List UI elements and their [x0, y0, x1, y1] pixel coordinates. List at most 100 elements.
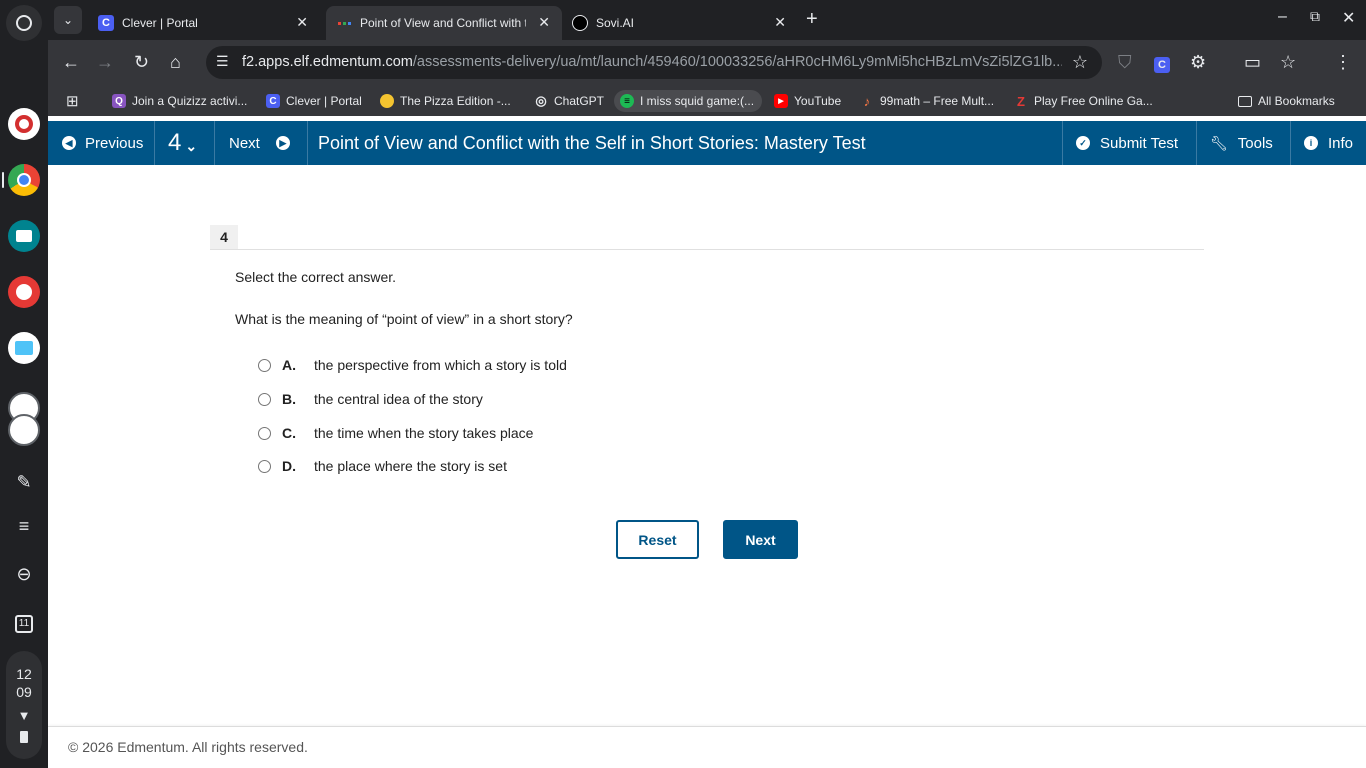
url-host: f2.apps.elf.edmentum.com [242, 54, 413, 70]
forward-icon[interactable]: → [96, 52, 114, 72]
instruction-text: Select the correct answer. [235, 269, 397, 285]
close-icon[interactable]: ✕ [296, 14, 308, 31]
clock-minute: 09 [16, 684, 32, 700]
extensions-icon[interactable]: ⚙ [1190, 52, 1206, 72]
playlist-icon[interactable]: ≡ [6, 508, 42, 544]
shelf-app-1-icon[interactable] [8, 108, 40, 140]
tab-edmentum[interactable]: Point of View and Conflict with the Self… [326, 6, 562, 40]
pizza-icon [380, 94, 394, 108]
radio-button[interactable] [258, 459, 271, 473]
check-circle-icon: ✓ [1076, 136, 1090, 150]
cast-icon[interactable]: ▭ [1244, 52, 1261, 72]
clever-extension-icon[interactable]: C [1154, 52, 1170, 73]
spotify-icon: ≡ [620, 94, 634, 108]
bookmark-label: I miss squid game:(... [640, 94, 755, 108]
tab-title: Sovi.AI [596, 16, 635, 30]
chevron-down-icon: ⌄ [185, 137, 198, 154]
arrow-right-icon: ▶ [275, 136, 290, 150]
clever-favicon-icon: C [98, 15, 114, 31]
bookmark-star-icon[interactable]: ☆ [1072, 52, 1088, 73]
classroom-app-icon[interactable] [8, 220, 40, 252]
submit-test-button[interactable]: ✓ Submit Test [1076, 121, 1178, 165]
tab-sovi[interactable]: Sovi.AI ✕ [562, 6, 798, 40]
info-button[interactable]: i Info [1304, 121, 1353, 165]
url-text[interactable]: f2.apps.elf.edmentum.com/assessments-del… [242, 54, 1062, 70]
minus-circle-icon[interactable]: ⊖ [6, 556, 42, 592]
option-text: the perspective from which a story is to… [314, 357, 567, 373]
back-icon[interactable]: ← [62, 52, 80, 72]
answer-option-b[interactable]: B. the central idea of the story [258, 389, 483, 409]
z-icon: Z [1017, 93, 1025, 109]
answer-option-a[interactable]: A. the perspective from which a story is… [258, 355, 567, 375]
tab-search-button[interactable]: ⌄ [54, 6, 82, 34]
wifi-icon: ▼ [17, 708, 31, 723]
chatgpt-icon: ◎ [535, 93, 547, 108]
minimize-icon[interactable]: – [1278, 8, 1287, 26]
question-selector[interactable]: 4 ⌄ [168, 121, 197, 165]
restore-icon[interactable]: ⧉ [1310, 8, 1320, 25]
reading-list-icon[interactable]: ☆ [1280, 52, 1296, 72]
wrench-icon: 🔧︎ [1210, 134, 1228, 151]
bookmark-pizza-edition[interactable]: The Pizza Edition -... [380, 90, 511, 112]
answer-option-c[interactable]: C. the time when the story takes place [258, 423, 533, 443]
shelf-app-5-icon[interactable] [8, 332, 40, 364]
reset-button[interactable]: Reset [616, 520, 699, 559]
menu-icon[interactable]: ⋮ [1334, 52, 1352, 72]
bookmark-99math[interactable]: ♪ 99math – Free Mult... [860, 90, 994, 112]
tab-clever[interactable]: C Clever | Portal ✕ [88, 6, 320, 40]
battery-icon [20, 731, 28, 743]
question-area: 4 Select the correct answer. What is the… [48, 165, 1366, 726]
all-bookmarks-label: All Bookmarks [1258, 94, 1335, 108]
bookmark-label: Join a Quizizz activi... [132, 94, 248, 108]
home-icon[interactable]: ⌂ [170, 52, 181, 72]
bookmark-spotify[interactable]: ≡ I miss squid game:(... [614, 90, 763, 112]
calendar-icon[interactable]: 11 [6, 606, 42, 642]
tab-title: Clever | Portal [122, 16, 198, 30]
option-letter: B. [282, 391, 296, 407]
bookmark-youtube[interactable]: ▶ YouTube [774, 90, 841, 112]
reload-icon[interactable]: ↻ [134, 52, 149, 72]
info-label: Info [1328, 134, 1354, 152]
tools-label: Tools [1237, 134, 1273, 152]
chrome-app-icon[interactable] [8, 164, 40, 196]
close-icon[interactable]: ✕ [774, 14, 786, 31]
sovi-favicon-icon [572, 15, 588, 31]
question-divider [210, 249, 1204, 250]
browser-toolbar: ← → ↻ ⌂ ☰ f2.apps.elf.edmentum.com/asses… [48, 40, 1366, 84]
option-text: the central idea of the story [314, 391, 483, 407]
question-selector-number: 4 [168, 129, 182, 156]
pen-icon[interactable]: ✎ [6, 464, 42, 500]
bookmark-chatgpt[interactable]: ◎ ChatGPT [534, 90, 604, 112]
folder-icon [1238, 95, 1252, 107]
tab-title: Point of View and Conflict with the Self… [360, 16, 526, 30]
next-nav-button[interactable]: Next ▶ [229, 121, 290, 165]
bookmark-quizizz[interactable]: Q Join a Quizizz activi... [112, 90, 247, 112]
paint-app-icon[interactable] [8, 276, 40, 308]
shield-icon[interactable]: ⛉ [1118, 52, 1132, 72]
launcher-button[interactable] [6, 5, 42, 41]
previous-button[interactable]: ◀ Previous [62, 121, 143, 165]
radio-button[interactable] [258, 426, 271, 440]
assessment-header: ◀ Previous 4 ⌄ Next ▶ Point of View and … [48, 121, 1366, 165]
tools-button[interactable]: 🔧︎ Tools [1210, 121, 1273, 165]
bookmark-play-free-online[interactable]: Z Play Free Online Ga... [1014, 90, 1153, 112]
apps-grid-icon[interactable]: ⊞ [66, 90, 79, 112]
window-close-icon[interactable]: ✕ [1342, 8, 1355, 28]
status-tray[interactable]: 12 09 ▼ [6, 651, 42, 759]
shelf-app-7-icon[interactable] [8, 414, 40, 446]
close-icon[interactable]: ✕ [538, 14, 550, 31]
previous-label: Previous [85, 134, 144, 152]
radio-button[interactable] [258, 392, 271, 406]
next-button[interactable]: Next [723, 520, 798, 559]
question-number: 4 [210, 225, 238, 249]
bookmark-clever[interactable]: C Clever | Portal [266, 90, 362, 112]
radio-button[interactable] [258, 358, 271, 372]
bookmark-label: Play Free Online Ga... [1034, 94, 1153, 108]
new-tab-button[interactable]: + [806, 8, 818, 31]
copyright-text: © 2026 Edmentum. All rights reserved. [68, 739, 308, 755]
answer-option-d[interactable]: D. the place where the story is set [258, 456, 507, 476]
address-bar[interactable]: ☰ f2.apps.elf.edmentum.com/assessments-d… [206, 46, 1102, 79]
99math-icon: ♪ [863, 93, 871, 109]
site-info-icon[interactable]: ☰ [216, 53, 229, 70]
all-bookmarks[interactable]: All Bookmarks [1238, 90, 1335, 112]
